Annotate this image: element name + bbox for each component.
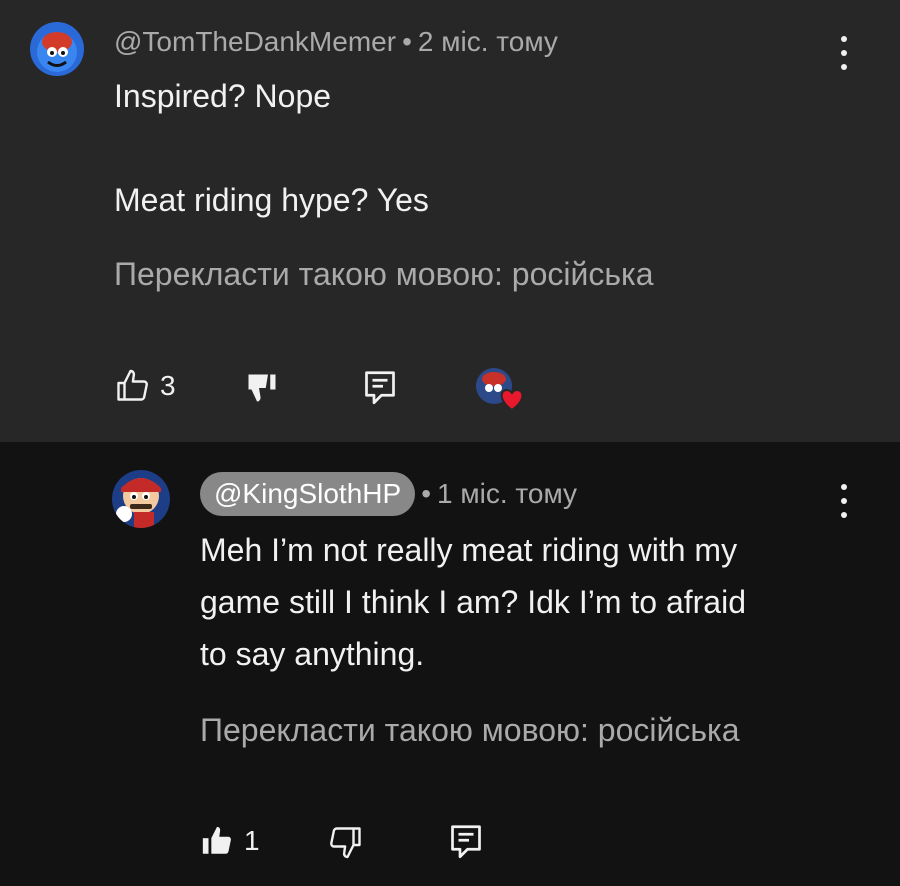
dislike-button[interactable] [244, 370, 280, 406]
like-count: 1 [244, 825, 260, 856]
dislike-button[interactable] [328, 824, 364, 860]
reply-meta: @KingSlothHP • 1 міс. тому [200, 472, 577, 516]
reply-button[interactable] [362, 368, 398, 406]
thumb-up-filled-icon [202, 826, 231, 854]
reply-comment-icon [451, 825, 481, 859]
author-handle-pill[interactable]: @KingSlothHP [200, 472, 416, 516]
like-button[interactable]: 3 [114, 368, 176, 404]
comment-text: Inspired? Nope Meat riding hype? Yes [114, 70, 429, 226]
reply-comment-icon [365, 371, 395, 405]
creator-heart [474, 366, 528, 412]
comment-line: Meat riding hype? Yes [114, 182, 429, 218]
thumb-down-outline-icon [330, 827, 361, 859]
translate-link[interactable]: Перекласти такою мовою: російська [200, 712, 740, 749]
author-avatar[interactable] [112, 470, 170, 528]
avatar-image [112, 470, 170, 528]
comment-reply: @KingSlothHP • 1 міс. тому Meh I’m not r… [0, 442, 900, 886]
translate-link[interactable]: Перекласти такою мовою: російська [114, 256, 654, 293]
reply-line: game still I think I am? Idk I’m to afra… [200, 584, 746, 620]
reply-line: to say anything. [200, 636, 425, 672]
timestamp[interactable]: 2 міс. тому [418, 26, 558, 58]
like-button[interactable]: 1 [200, 824, 260, 858]
reply-text: Meh I’m not really meat riding with my g… [200, 524, 746, 680]
reply-line: Meh I’m not really meat riding with my [200, 532, 738, 568]
creator-heart-icon [476, 368, 524, 412]
meta-separator: • [421, 478, 431, 509]
comment-meta: @TomTheDankMemer • 2 міс. тому [114, 26, 558, 58]
author-handle[interactable]: @TomTheDankMemer [114, 26, 396, 58]
like-count: 3 [160, 370, 176, 401]
timestamp[interactable]: 1 міс. тому [437, 478, 577, 510]
avatar-image [30, 22, 84, 76]
comment-line: Inspired? Nope [114, 78, 332, 114]
more-options-icon[interactable] [834, 36, 854, 70]
reply-button[interactable] [448, 822, 484, 860]
author-avatar[interactable] [30, 22, 84, 76]
more-options-icon[interactable] [834, 484, 854, 518]
meta-separator: • [402, 26, 412, 57]
thumb-up-outline-icon [117, 369, 148, 401]
thumb-down-filled-icon [248, 374, 276, 402]
comment-thread-top: @TomTheDankMemer • 2 міс. тому Inspired?… [0, 0, 900, 442]
